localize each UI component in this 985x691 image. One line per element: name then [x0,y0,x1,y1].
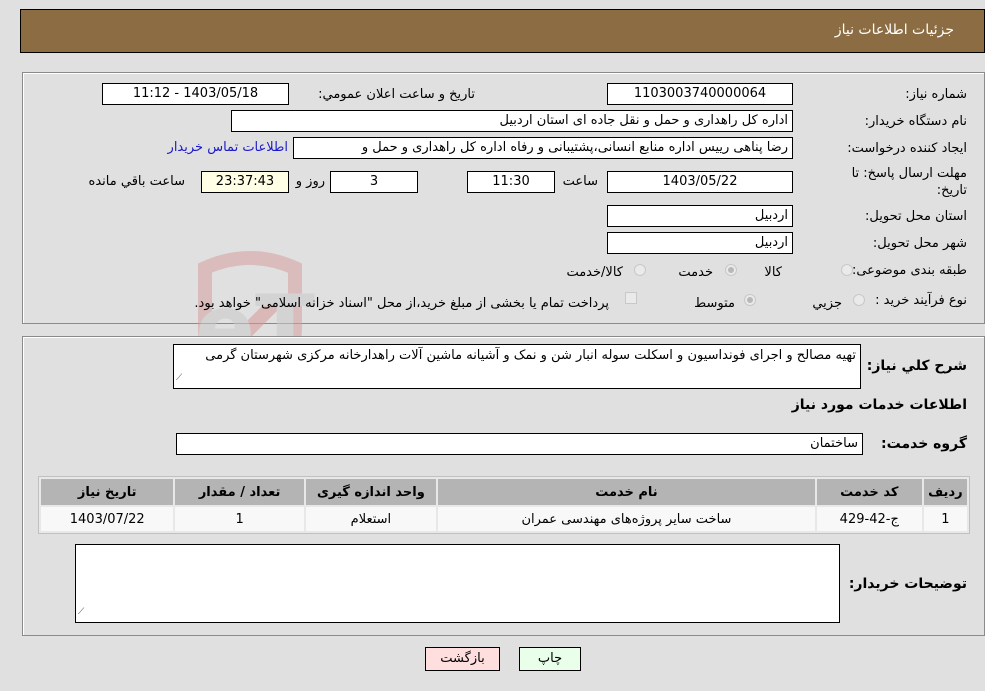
process-type-label: نوع فرآیند خرید : [875,293,967,308]
city-label: شهر محل تحویل: [872,236,967,251]
col-header-service-name: نام خدمت [438,479,815,505]
buyer-notes-textarea[interactable]: ⟋ [75,544,840,623]
deadline-time-field[interactable]: 11:30 [467,171,555,193]
print-button[interactable]: چاپ [519,647,581,671]
days-label: روز و [295,174,325,189]
cell-quantity: 1 [175,507,304,531]
category-radio-goods-service[interactable] [634,264,646,276]
buyer-notes-label: توضیحات خریدار: [848,576,967,592]
deadline-label-line2: تاریخ: [936,183,967,198]
creator-label: ایجاد کننده درخواست: [847,141,967,156]
col-header-need-date: تاریخ نیاز [41,479,174,505]
city-field[interactable]: اردبیل [607,232,793,254]
category-option-service: خدمت [678,265,713,280]
process-radio-minor[interactable] [853,294,865,306]
province-field[interactable]: اردبیل [607,205,793,227]
days-remaining-field[interactable]: 3 [330,171,418,193]
description-text: تهیه مصالح و اجرای فونداسیون و اسکلت سول… [205,348,856,363]
treasury-note: پرداخت تمام یا بخشی از مبلغ خرید،از محل … [194,296,609,311]
category-radio-goods[interactable] [841,264,853,276]
buyer-contact-link[interactable]: اطلاعات تماس خریدار [168,140,288,155]
treasury-checkbox[interactable] [625,292,637,304]
remaining-time-label: ساعت باقي مانده [88,174,185,189]
category-option-goods-service: کالا/خدمت [566,265,623,280]
deadline-date-field[interactable]: 1403/05/22 [607,171,793,193]
buyer-org-label: نام دستگاه خریدار: [864,114,967,129]
table-header-row: ردیف کد خدمت نام خدمت واحد اندازه گیری ت… [41,479,967,505]
page-header: جزئیات اطلاعات نیاز [20,9,985,53]
cell-need-date: 1403/07/22 [41,507,174,531]
cell-service-name: ساخت سایر پروژه‌های مهندسی عمران [438,507,815,531]
description-textarea[interactable]: تهیه مصالح و اجرای فونداسیون و اسکلت سول… [173,344,861,389]
page-title: جزئیات اطلاعات نیاز [834,22,954,38]
category-label: طبقه بندی موضوعی: [851,263,967,278]
need-number-field[interactable]: 1103003740000064 [607,83,793,105]
process-option-medium: متوسط [694,296,735,311]
service-group-label: گروه خدمت: [881,436,967,452]
announce-label: تاریخ و ساعت اعلان عمومي: [318,87,475,102]
cell-unit: استعلام [305,507,437,531]
cell-service-code: ج-42-429 [816,507,922,531]
province-label: استان محل تحویل: [865,209,967,224]
col-header-unit: واحد اندازه گیری [305,479,437,505]
category-radio-service[interactable] [725,264,737,276]
deadline-label-line1: مهلت ارسال پاسخ: تا [851,166,967,181]
process-radio-medium[interactable] [744,294,756,306]
remaining-time-field: 23:37:43 [201,171,289,193]
category-option-goods: کالا [764,265,782,280]
cell-row-number: 1 [923,507,967,531]
need-number-label: شماره نیاز: [905,87,967,102]
services-section-title: اطلاعات خدمات مورد نياز [791,397,967,413]
description-label: شرح کلي نياز: [866,358,967,374]
col-header-service-code: کد خدمت [816,479,922,505]
resize-grip-icon[interactable]: ⟋ [176,370,182,387]
services-table: ردیف کد خدمت نام خدمت واحد اندازه گیری ت… [38,476,970,534]
announce-datetime-field[interactable]: 1403/05/18 - 11:12 [102,83,289,105]
service-group-field[interactable]: ساختمان [176,433,863,455]
process-option-minor: جزيي [812,296,842,311]
buyer-org-field[interactable]: اداره کل راهداری و حمل و نقل جاده ای است… [231,110,793,132]
col-header-quantity: تعداد / مقدار [175,479,304,505]
back-button[interactable]: بازگشت [425,647,500,671]
resize-grip-icon[interactable]: ⟋ [78,604,84,621]
table-row: 1 ج-42-429 ساخت سایر پروژه‌های مهندسی عم… [41,507,967,531]
col-header-row-number: ردیف [923,479,967,505]
deadline-time-label: ساعت [562,174,598,189]
creator-field[interactable]: رضا پناهی رییس اداره منابع انسانی،پشتیبا… [293,137,793,159]
